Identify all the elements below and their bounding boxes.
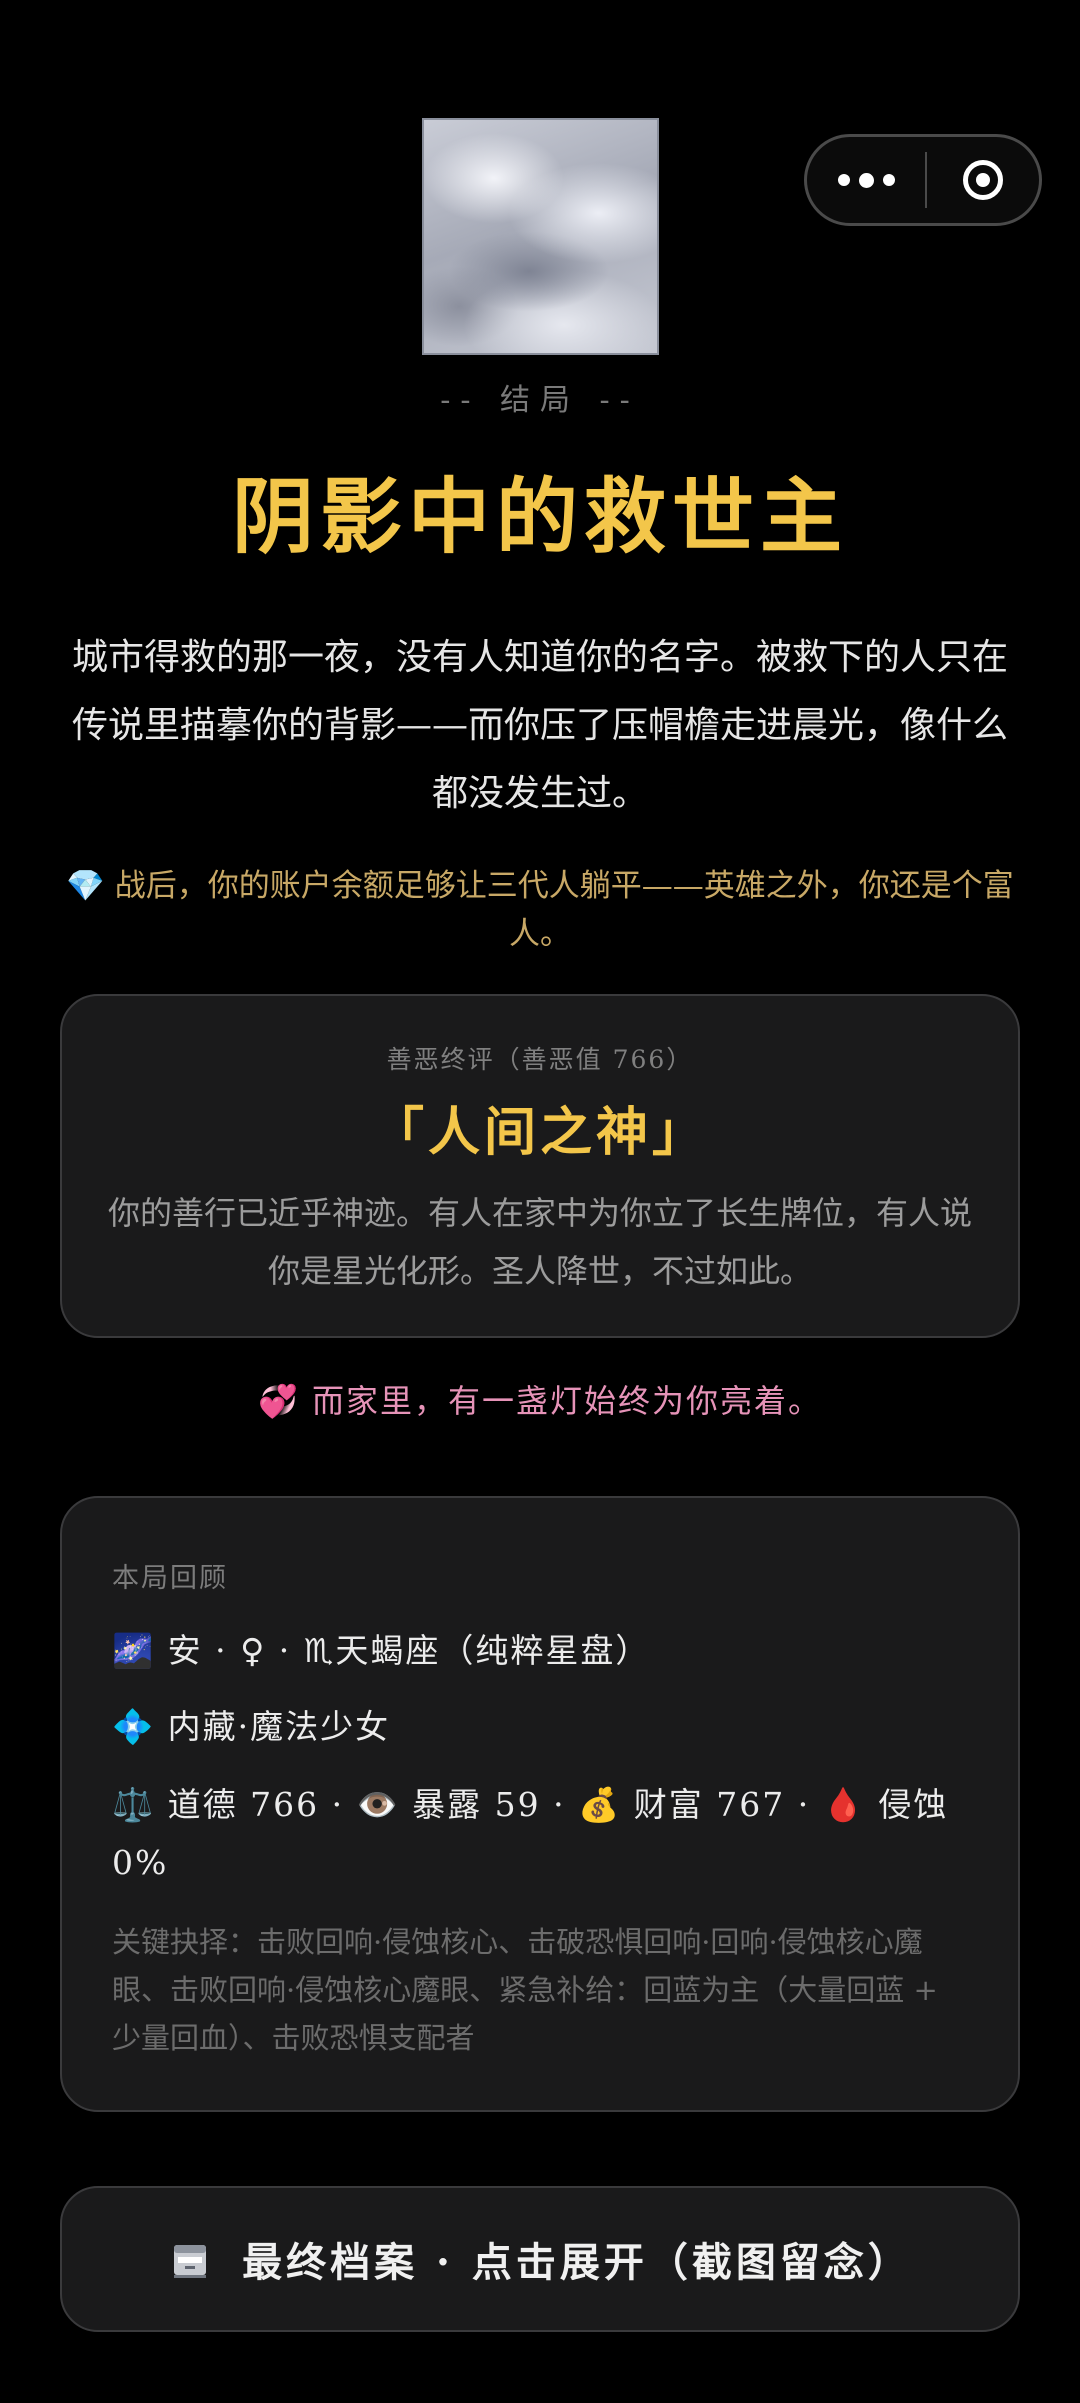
file-cabinet-icon	[174, 2245, 207, 2278]
female-icon: ♀	[240, 1631, 267, 1670]
blood-drop-icon: 🩸	[822, 1785, 866, 1824]
final-archive-button[interactable]: 最终档案 · 点击展开（截图留念）	[60, 2186, 1020, 2332]
wealth-note-text: 战后，你的账户余额足够让三代人躺平——英雄之外，你还是个富人。	[114, 868, 1014, 952]
more-dots-icon	[837, 174, 850, 186]
more-button[interactable]	[807, 137, 925, 223]
family-note-text: 而家里，有一盏灯始终为你亮着。	[312, 1382, 823, 1420]
money-bag-icon: 💰	[578, 1785, 622, 1824]
scales-icon: ⚖️	[112, 1785, 156, 1824]
exposure-stat: 暴露 59	[412, 1785, 541, 1824]
ending-title: 阴影中的救世主	[231, 469, 848, 565]
family-note: 💞 而家里，有一盏灯始终为你亮着。	[0, 1376, 1080, 1422]
morality-stat: 道德 766	[167, 1785, 320, 1824]
review-heading: 本局回顾	[112, 1563, 228, 1594]
ending-label: -- 结局 --	[440, 383, 640, 418]
target-center-dot	[976, 173, 990, 187]
ending-description: 城市得救的那一夜，没有人知道你的名字。被救下的人只在传说里描摹你的背影——而你压…	[71, 637, 1008, 814]
scorpio-icon: ♏	[303, 1631, 336, 1670]
more-dot-center	[858, 172, 874, 188]
separator: ·	[215, 1631, 228, 1670]
two-hearts-icon: 💞	[257, 1382, 300, 1420]
separator: ·	[331, 1785, 345, 1824]
zodiac-text: 天蝎座（纯粹星盘）	[335, 1631, 651, 1670]
separator: ·	[553, 1785, 566, 1824]
close-button[interactable]	[927, 137, 1039, 223]
key-choices: 关键抉择：击败回响·侵蚀核心、击破恐惧回响·回响·侵蚀核心魔眼、击败回响·侵蚀核…	[112, 1925, 938, 2055]
eye-icon: 👁️	[356, 1785, 400, 1824]
separator: ·	[278, 1631, 292, 1670]
verdict-title: 「人间之神」	[371, 1102, 708, 1163]
separator: ·	[797, 1785, 811, 1824]
wealth-stat: 财富 767	[633, 1785, 786, 1824]
verdict-card: 善恶终评（善恶值 766） 「人间之神」 你的善行已近乎神迹。有人在家中为你立了…	[60, 994, 1020, 1338]
gem-icon: 💎	[66, 868, 105, 904]
miniprogram-capsule	[804, 134, 1042, 226]
verdict-heading: 善恶终评（善恶值 766）	[386, 1045, 694, 1074]
verdict-description: 你的善行已近乎神迹。有人在家中为你立了长生牌位，有人说你是星光化形。圣人降世，不…	[107, 1194, 972, 1290]
character-line: 🌌 安 · ♀ · ♏天蝎座（纯粹星盘）	[112, 1624, 978, 1672]
diamond-icon: 💠	[112, 1707, 156, 1746]
stats-line: ⚖️ 道德 766 · 👁️ 暴露 59 · 💰 财富 767 · 🩸 侵蚀 0…	[112, 1776, 978, 1892]
wealth-note: 💎 战后，你的账户余额足够让三代人躺平——英雄之外，你还是个富人。	[60, 862, 1020, 958]
character-name: 安	[167, 1631, 203, 1670]
archive-button-label: 最终档案 · 点击展开（截图留念）	[242, 2239, 912, 2286]
identity-text: 内藏·魔法少女	[167, 1707, 391, 1746]
review-card: 本局回顾 🌌 安 · ♀ · ♏天蝎座（纯粹星盘） 💠 内藏·魔法少女 ⚖️ 道…	[60, 1496, 1020, 2112]
more-dot-right	[882, 174, 895, 186]
identity-line: 💠 内藏·魔法少女	[112, 1700, 978, 1748]
galaxy-icon: 🌌	[112, 1631, 156, 1670]
ending-image	[422, 118, 659, 355]
target-circle-icon	[963, 160, 1003, 200]
